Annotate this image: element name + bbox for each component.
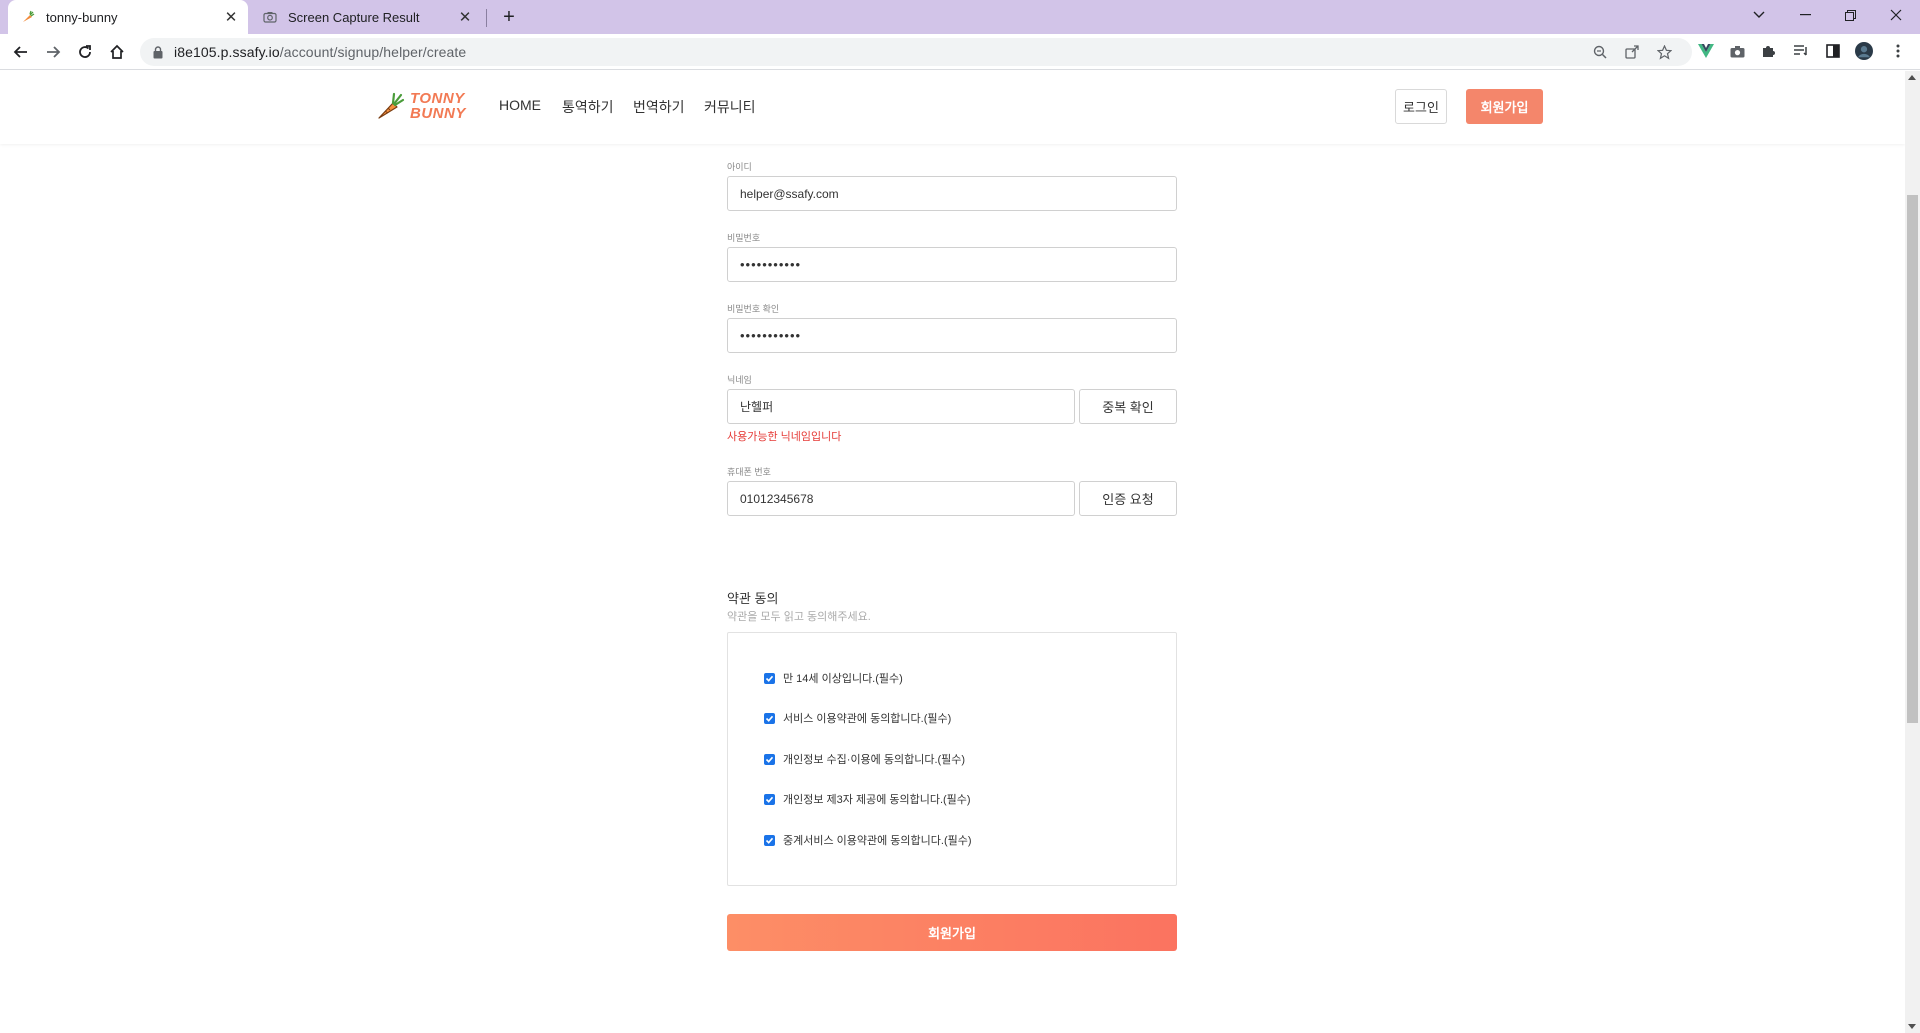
phone-input[interactable]: 01012345678 xyxy=(727,481,1075,516)
tab-screen-capture[interactable]: Screen Capture Result ✕ xyxy=(250,0,482,34)
zoom-icon[interactable] xyxy=(1592,44,1608,60)
checkbox-checked-icon[interactable] xyxy=(764,672,775,684)
back-icon[interactable] xyxy=(8,39,34,65)
term-label: 서비스 이용약관에 동의합니다.(필수) xyxy=(783,713,952,725)
nickname-input[interactable]: 난헬퍼 xyxy=(727,389,1075,424)
close-tab-icon[interactable]: ✕ xyxy=(222,8,240,26)
carrot-logo-icon xyxy=(378,92,405,119)
site-logo[interactable]: TONNY BUNNY xyxy=(376,87,468,125)
browser-toolbar: i8e105.p.ssafy.io/account/signup/helper/… xyxy=(0,34,1920,70)
password-label: 비밀번호 xyxy=(727,233,761,243)
nav-home[interactable]: HOME xyxy=(499,97,541,113)
carrot-icon xyxy=(20,9,36,25)
password-confirm-label: 비밀번호 확인 xyxy=(727,304,780,314)
checkbox-checked-icon[interactable] xyxy=(764,793,775,805)
terms-subtitle: 약관을 모두 읽고 동의해주세요. xyxy=(727,611,871,623)
term-label: 만 14세 이상입니다.(필수) xyxy=(783,673,903,685)
phone-verify-button[interactable]: 인증 요청 xyxy=(1079,481,1177,516)
close-window-icon[interactable] xyxy=(1874,0,1918,30)
logo-line-2: BUNNY xyxy=(410,105,466,122)
term-label: 개인정보 제3자 제공에 동의합니다.(필수) xyxy=(783,794,971,806)
term-label: 중계서비스 이용약관에 동의합니다.(필수) xyxy=(783,835,972,847)
forward-icon[interactable] xyxy=(40,39,66,65)
login-button[interactable]: 로그인 xyxy=(1395,89,1447,124)
extensions-puzzle-icon[interactable] xyxy=(1760,42,1778,60)
id-input[interactable]: helper@ssafy.com xyxy=(727,176,1177,211)
reading-list-icon[interactable] xyxy=(1792,42,1810,60)
tab-title: tonny-bunny xyxy=(46,9,118,25)
terms-title: 약관 동의 xyxy=(727,591,779,606)
id-label: 아이디 xyxy=(727,162,752,172)
bookmark-star-icon[interactable] xyxy=(1656,44,1672,60)
address-bar[interactable]: i8e105.p.ssafy.io/account/signup/helper/… xyxy=(140,38,1692,66)
nickname-label: 닉네임 xyxy=(727,375,752,385)
lock-icon[interactable] xyxy=(152,45,164,59)
profile-avatar[interactable] xyxy=(1855,42,1873,60)
page-scrollbar[interactable] xyxy=(1905,71,1920,1033)
term-privacy-checkbox[interactable]: 개인정보 수집·이용에 동의합니다.(필수) xyxy=(764,751,965,767)
logo-line-1: TONNY xyxy=(410,90,465,107)
tab-divider xyxy=(486,9,487,27)
scroll-up-icon[interactable] xyxy=(1908,75,1916,80)
tab-title: Screen Capture Result xyxy=(288,9,420,25)
vue-devtools-icon[interactable] xyxy=(1697,42,1715,60)
nickname-available-message: 사용가능한 닉네임입니다 xyxy=(727,431,842,443)
camera-icon xyxy=(262,9,278,25)
password-input[interactable]: ••••••••••• xyxy=(727,247,1177,282)
logo-wordmark: TONNY BUNNY xyxy=(410,91,466,121)
nickname-check-button[interactable]: 중복 확인 xyxy=(1079,389,1177,424)
terms-box: 만 14세 이상입니다.(필수) 서비스 이용약관에 동의합니다.(필수) 개인… xyxy=(727,632,1177,886)
nav-translate[interactable]: 번역하기 xyxy=(633,97,685,117)
tab-search-icon[interactable] xyxy=(1737,0,1781,30)
submit-signup-button[interactable]: 회원가입 xyxy=(727,914,1177,951)
password-confirm-input[interactable]: ••••••••••• xyxy=(727,318,1177,353)
checkbox-checked-icon[interactable] xyxy=(764,834,775,846)
header-signup-button[interactable]: 회원가입 xyxy=(1466,89,1543,124)
term-label: 개인정보 수집·이용에 동의합니다.(필수) xyxy=(783,754,966,766)
tab-tonny-bunny[interactable]: tonny-bunny ✕ xyxy=(8,0,248,34)
new-tab-button[interactable]: + xyxy=(498,6,520,28)
minimize-icon[interactable] xyxy=(1783,0,1827,30)
reload-icon[interactable] xyxy=(72,39,98,65)
nav-community[interactable]: 커뮤니티 xyxy=(704,97,756,117)
phone-label: 휴대폰 번호 xyxy=(727,467,771,477)
more-menu-icon[interactable] xyxy=(1889,42,1907,60)
restore-icon[interactable] xyxy=(1828,0,1872,30)
close-tab-icon[interactable]: ✕ xyxy=(456,8,474,26)
term-age-checkbox[interactable]: 만 14세 이상입니다.(필수) xyxy=(764,670,903,686)
checkbox-checked-icon[interactable] xyxy=(764,712,775,724)
share-icon[interactable] xyxy=(1624,44,1640,60)
scroll-down-icon[interactable] xyxy=(1908,1024,1916,1029)
site-header: TONNY BUNNY HOME 통역하기 번역하기 커뮤니티 로그인 회원가입 xyxy=(0,71,1905,144)
term-service-checkbox[interactable]: 서비스 이용약관에 동의합니다.(필수) xyxy=(764,710,951,726)
side-panel-icon[interactable] xyxy=(1824,42,1842,60)
scrollbar-thumb[interactable] xyxy=(1907,195,1918,723)
url-text: i8e105.p.ssafy.io/account/signup/helper/… xyxy=(174,44,466,60)
term-third-party-checkbox[interactable]: 개인정보 제3자 제공에 동의합니다.(필수) xyxy=(764,791,971,807)
url-host: i8e105.p.ssafy.io xyxy=(174,44,280,60)
page-viewport: TONNY BUNNY HOME 통역하기 번역하기 커뮤니티 로그인 회원가입… xyxy=(0,71,1920,1033)
home-icon[interactable] xyxy=(104,39,130,65)
url-path: /account/signup/helper/create xyxy=(279,44,467,60)
checkbox-checked-icon[interactable] xyxy=(764,753,775,765)
term-brokerage-checkbox[interactable]: 중계서비스 이용약관에 동의합니다.(필수) xyxy=(764,832,972,848)
tab-strip: tonny-bunny ✕ Screen Capture Result ✕ + xyxy=(0,0,1920,34)
nav-interpret[interactable]: 통역하기 xyxy=(562,97,614,117)
camera-icon[interactable] xyxy=(1728,42,1746,60)
